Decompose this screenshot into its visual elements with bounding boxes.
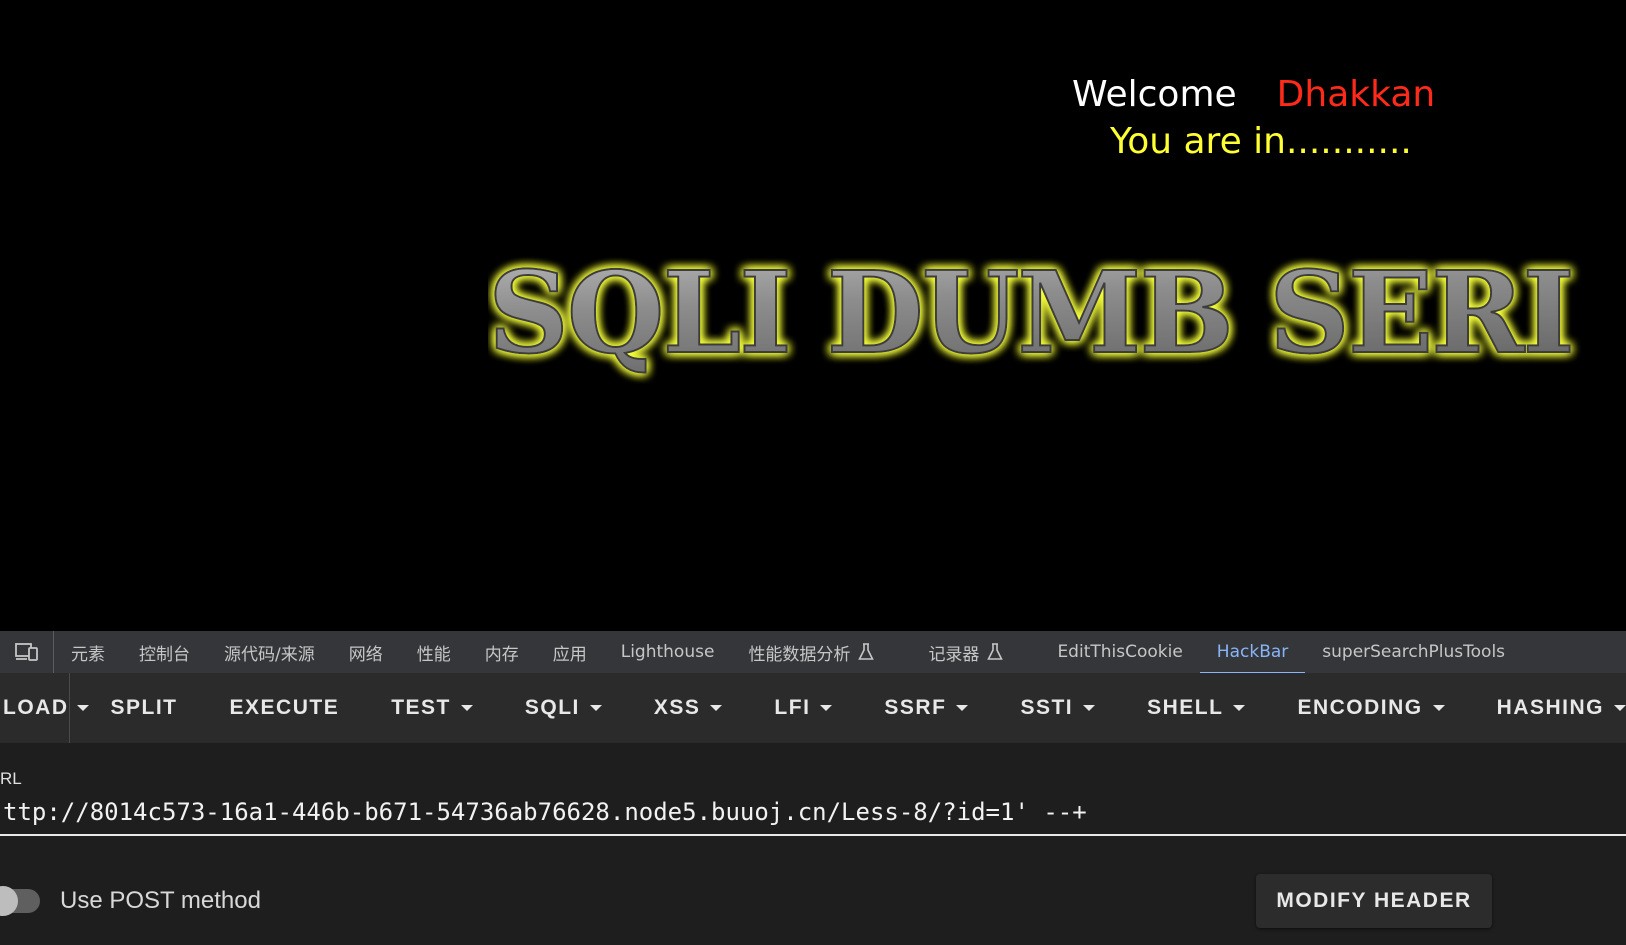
tab-editthiscookie[interactable]: EditThisCookie [1040,631,1199,673]
hackbar-body: RL Use POST method MODIFY HEADER [0,743,1626,945]
ssrf-label: SSRF [884,696,947,719]
tab-performance-insights-label: 性能数据分析 [748,644,851,665]
tab-performance[interactable]: 性能 [400,631,468,673]
username-text: Dhakkan [1276,74,1436,115]
device-toolbar-icon[interactable] [0,631,54,673]
ssti-menu-button[interactable]: SSTI [1020,673,1096,743]
caret-down-icon [1083,705,1096,711]
welcome-text: Welcome [1072,74,1237,115]
hackbar-toolbar: LOAD SPLIT EXECUTE TEST SQLI XSS LFI SSR… [0,673,1626,743]
modify-header-button[interactable]: MODIFY HEADER [1256,874,1492,928]
tab-elements[interactable]: 元素 [54,631,122,673]
tab-console[interactable]: 控制台 [122,631,207,673]
caret-down-icon [1614,705,1626,711]
tab-recorder-label: 记录器 [928,644,980,665]
test-label: TEST [391,696,451,719]
status-text: You are in........... [1110,121,1412,162]
caret-down-icon [76,705,89,711]
hashing-label: HASHING [1496,696,1604,719]
caret-down-icon [956,705,969,711]
lfi-menu-button[interactable]: LFI [774,673,833,743]
caret-down-icon [1432,705,1445,711]
load-button[interactable]: LOAD [0,673,70,743]
sqli-menu-button[interactable]: SQLI [525,673,602,743]
xss-label: XSS [653,696,701,719]
shell-label: SHELL [1147,696,1224,719]
tab-recorder[interactable]: 记录器 [911,631,1020,673]
flask-icon [858,643,875,661]
caret-down-icon [460,705,473,711]
url-input-underline [0,834,1626,836]
caret-down-icon [589,705,602,711]
toggle-knob [0,886,18,916]
hashing-menu-button[interactable]: HASHING [1497,673,1626,743]
devtools-tab-bar: 元素 控制台 源代码/来源 网络 性能 内存 应用 Lighthouse 性能数… [0,631,1626,674]
split-button[interactable]: SPLIT [111,673,178,743]
banner-text: SQLI DUMB SERI [488,248,1573,379]
page-viewport: Welcome Dhakkan You are in........... SQ… [0,0,1626,631]
xss-menu-button[interactable]: XSS [654,673,723,743]
banner-image: SQLI DUMB SERI [488,240,1626,410]
ssti-label: SSTI [1020,696,1074,719]
tab-sources[interactable]: 源代码/来源 [207,631,332,673]
tab-network[interactable]: 网络 [332,631,400,673]
sqli-label: SQLI [524,696,580,719]
caret-down-icon [820,705,833,711]
post-method-label: Use POST method [60,887,261,914]
caret-down-icon [710,705,723,711]
tab-memory[interactable]: 内存 [468,631,536,673]
tab-hackbar[interactable]: HackBar [1199,631,1306,674]
ssrf-menu-button[interactable]: SSRF [884,673,969,743]
post-method-toggle[interactable] [0,886,40,916]
url-input[interactable] [0,795,1626,829]
url-label: RL [0,769,22,788]
devtools-panel: 元素 控制台 源代码/来源 网络 性能 内存 应用 Lighthouse 性能数… [0,631,1626,945]
tab-supersearchplustools[interactable]: superSearchPlusTools [1305,631,1522,673]
lfi-label: LFI [774,696,811,719]
caret-down-icon [1233,705,1246,711]
welcome-line: Welcome Dhakkan [1072,74,1435,115]
load-dropdown-button[interactable] [70,673,96,743]
tab-lighthouse[interactable]: Lighthouse [604,631,732,673]
encoding-menu-button[interactable]: ENCODING [1297,673,1445,743]
tab-application[interactable]: 应用 [536,631,604,673]
test-menu-button[interactable]: TEST [391,673,473,743]
execute-button[interactable]: EXECUTE [230,673,340,743]
tab-performance-insights[interactable]: 性能数据分析 [731,631,891,673]
flask-icon [987,643,1004,661]
encoding-label: ENCODING [1297,696,1423,719]
shell-menu-button[interactable]: SHELL [1147,673,1246,743]
